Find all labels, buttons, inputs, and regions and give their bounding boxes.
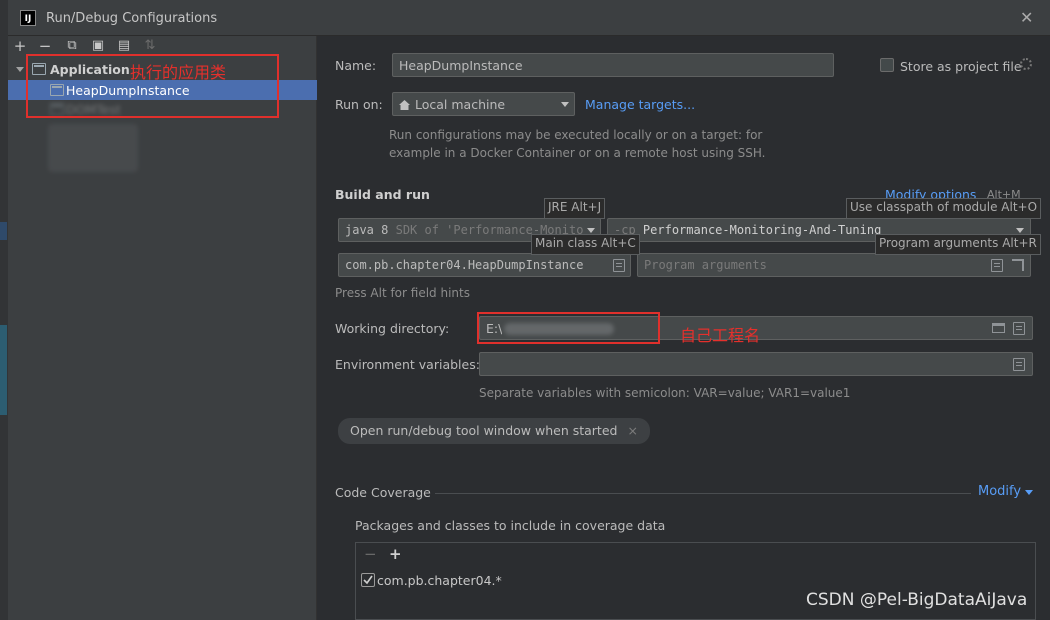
name-label: Name: <box>335 58 377 73</box>
folder-icon[interactable]: ▤ <box>116 38 132 54</box>
gear-icon[interactable] <box>1020 58 1032 70</box>
home-icon <box>399 99 410 110</box>
run-on-value: Local machine <box>415 97 506 112</box>
main-class-field[interactable]: com.pb.chapter04.HeapDumpInstance <box>338 253 631 277</box>
name-value: HeapDumpInstance <box>399 58 523 73</box>
folder-icon[interactable] <box>992 323 1005 333</box>
run-on-hint-line-1: Run configurations may be executed local… <box>389 128 763 142</box>
manage-targets-link[interactable]: Manage targets... <box>585 97 695 112</box>
main-class-value: com.pb.chapter04.HeapDumpInstance <box>345 258 584 272</box>
chip-close-icon[interactable]: × <box>627 423 637 438</box>
store-as-project-label: Store as project file <box>900 59 1022 74</box>
chip-label: Open run/debug tool window when started <box>350 423 618 438</box>
dialog-title-bar[interactable]: IJ Run/Debug Configurations ✕ <box>8 0 1050 36</box>
working-directory-label: Working directory: <box>335 321 450 336</box>
chevron-down-icon <box>1016 228 1024 233</box>
configuration-form: Name: HeapDumpInstance Store as project … <box>317 36 1050 620</box>
classpath-tooltip: Use classpath of module Alt+O <box>846 198 1042 219</box>
code-coverage-title: Code Coverage <box>335 485 431 500</box>
field-hints-text: Press Alt for field hints <box>335 286 470 300</box>
sort-icon[interactable]: ⇅ <box>142 38 158 54</box>
expand-icon[interactable] <box>1012 259 1024 271</box>
close-icon[interactable]: ✕ <box>1020 8 1033 27</box>
store-as-project-checkbox[interactable] <box>880 58 894 72</box>
run-on-hint-line-2: example in a Docker Container or on a re… <box>389 146 766 160</box>
environment-variables-hint: Separate variables with semicolon: VAR=v… <box>479 386 851 400</box>
coverage-entry-label: com.pb.chapter04.* <box>377 573 502 588</box>
add-icon[interactable]: + <box>12 38 28 54</box>
separator <box>435 493 971 494</box>
macros-icon[interactable] <box>1013 322 1025 335</box>
annotation-box-workdir <box>477 312 660 344</box>
cp-module: Performance-Monitoring-And-Tuning <box>642 223 882 237</box>
environment-variables-field[interactable] <box>479 352 1033 376</box>
remove-pattern-icon[interactable]: − <box>364 545 377 563</box>
background-ide-edge <box>0 0 8 620</box>
add-pattern-icon[interactable]: + <box>389 545 402 563</box>
annotation-text-app: 执行的应用类 <box>130 63 227 82</box>
tree-toolbar: + − ⧉ ▣ ▤ ⇅ <box>8 36 317 56</box>
configurations-tree-panel: + − ⧉ ▣ ▤ ⇅ Application HeapDumpInstance… <box>8 36 317 620</box>
edit-env-icon[interactable] <box>1013 358 1025 371</box>
program-arguments-tooltip: Program arguments Alt+R <box>875 234 1041 255</box>
environment-variables-label: Environment variables: <box>335 357 480 372</box>
annotation-text-workdir: 自己工程名 <box>680 326 761 345</box>
program-arguments-placeholder: Program arguments <box>644 258 767 272</box>
watermark: CSDN @Pel-BigDataAiJava <box>806 590 1028 610</box>
redacted-area <box>48 124 138 172</box>
coverage-modify-link[interactable]: Modify <box>978 484 1021 499</box>
coverage-entry-checkbox[interactable] <box>361 573 375 587</box>
run-on-dropdown[interactable]: Local machine <box>392 92 575 116</box>
browse-icon[interactable] <box>613 259 625 272</box>
intellij-logo-icon: IJ <box>20 10 36 26</box>
chevron-down-icon[interactable] <box>16 67 24 72</box>
run-on-label: Run on: <box>335 97 383 112</box>
chevron-down-icon <box>561 102 569 107</box>
save-icon[interactable]: ▣ <box>90 38 106 54</box>
coverage-packages-label: Packages and classes to include in cover… <box>355 518 666 533</box>
jre-tooltip: JRE Alt+J <box>544 198 606 219</box>
dialog-title: Run/Debug Configurations <box>46 11 218 26</box>
open-tool-window-chip[interactable]: Open run/debug tool window when started … <box>338 418 650 444</box>
name-field[interactable]: HeapDumpInstance <box>392 53 834 77</box>
jre-version: java 8 <box>345 223 389 237</box>
copy-icon[interactable]: ⧉ <box>64 38 80 54</box>
classpath-value: -cp Performance-Monitoring-And-Tuning <box>614 223 881 237</box>
remove-icon[interactable]: − <box>37 38 53 54</box>
chevron-down-icon <box>587 228 595 233</box>
build-run-title: Build and run <box>335 187 430 202</box>
expand-editor-icon[interactable] <box>991 259 1003 272</box>
program-arguments-field[interactable]: Program arguments <box>637 253 1031 277</box>
main-class-tooltip: Main class Alt+C <box>531 234 640 255</box>
chevron-down-icon[interactable] <box>1025 490 1033 495</box>
